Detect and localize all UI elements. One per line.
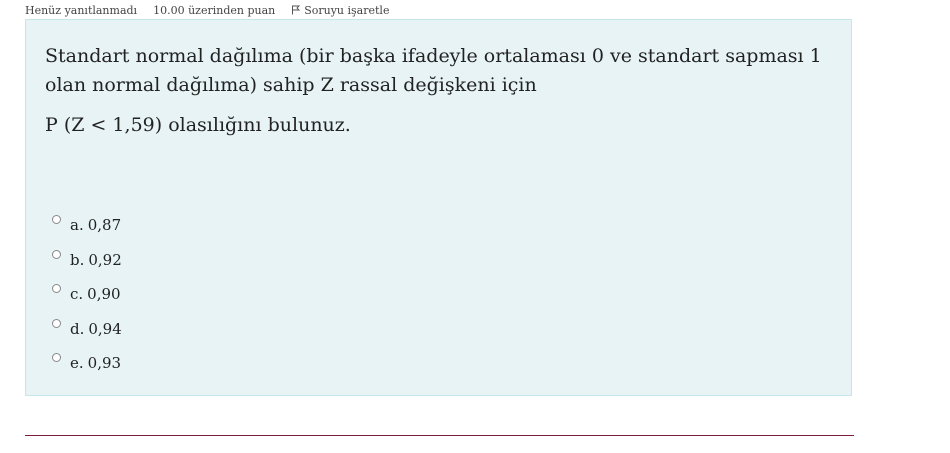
answer-label: e. 0,93 — [70, 355, 121, 371]
question-info-bar: Henüz yanıtlanmadı 10.00 üzerinden puan … — [25, 2, 389, 18]
answer-label: a. 0,87 — [70, 217, 121, 233]
answer-option-e[interactable]: e. 0,93 — [52, 351, 122, 386]
answer-prefix: d. — [70, 319, 85, 338]
section-divider — [25, 435, 854, 436]
question-status: Henüz yanıtlanmadı — [25, 3, 138, 17]
answer-value: 0,94 — [88, 319, 122, 338]
answer-prefix: e. — [70, 354, 84, 372]
radio-button[interactable] — [52, 249, 61, 259]
radio-button[interactable] — [52, 284, 61, 293]
answer-option-a[interactable]: a. 0,87 — [52, 213, 122, 248]
radio-button[interactable] — [52, 215, 61, 224]
answer-value: 0,93 — [87, 354, 122, 372]
answer-value: 0,87 — [87, 216, 122, 234]
question-text-block: Standart normal dağılıma (bir başka ifad… — [45, 42, 835, 140]
radio-button[interactable] — [52, 318, 61, 328]
answer-label: c. 0,90 — [70, 286, 121, 302]
answer-label: b. 0,92 — [70, 252, 122, 268]
answer-option-b[interactable]: b. 0,92 — [52, 248, 122, 283]
answer-value: 0,90 — [87, 285, 121, 303]
question-subtext: P (Z < 1,59) olasılığını bulunuz. — [45, 114, 351, 136]
flag-question-label: Soruyu işaretle — [304, 3, 390, 17]
answer-prefix: a. — [70, 216, 84, 234]
question-points: 10.00 üzerinden puan — [153, 3, 276, 17]
answer-prefix: c. — [70, 285, 84, 303]
answer-list: a. 0,87 b. 0,92 c. 0,90 d. 0,94 e. 0,93 — [52, 213, 122, 386]
flag-question-link[interactable]: Soruyu işaretle — [291, 4, 389, 17]
answer-prefix: b. — [70, 250, 85, 269]
answer-value: 0,92 — [88, 250, 122, 269]
answer-option-d[interactable]: d. 0,94 — [52, 317, 122, 352]
answer-label: d. 0,94 — [70, 321, 122, 337]
flag-icon — [292, 5, 301, 15]
question-text: Standart normal dağılıma (bir başka ifad… — [45, 45, 822, 96]
answer-option-c[interactable]: c. 0,90 — [52, 282, 122, 317]
question-box: Standart normal dağılıma (bir başka ifad… — [25, 19, 852, 396]
radio-button[interactable] — [52, 353, 61, 362]
